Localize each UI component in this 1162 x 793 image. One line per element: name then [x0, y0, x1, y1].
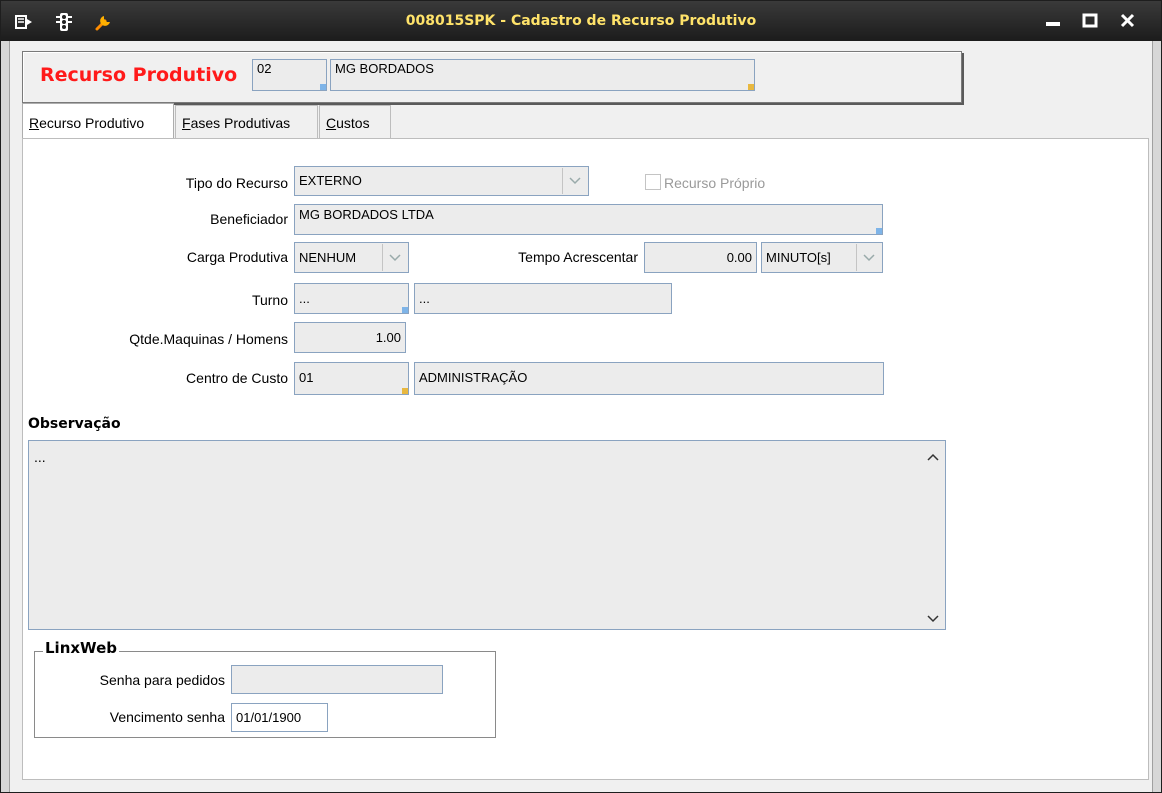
window-title: 008015SPK - Cadastro de Recurso Produtiv… — [405, 13, 757, 29]
carga-produtiva-value: NENHUM — [299, 250, 357, 265]
header-label: Recurso Produtivo — [40, 64, 238, 86]
turno-desc-field[interactable]: ... — [414, 283, 672, 314]
tempo-acrescentar-field[interactable]: 0.00 — [644, 242, 757, 273]
tab-custos[interactable]: Custos — [319, 105, 391, 139]
tempo-acrescentar-value: 0.00 — [726, 250, 752, 265]
scroll-arrows-icon[interactable] — [921, 441, 945, 629]
qtde-value: 1.00 — [375, 330, 401, 345]
tempo-unit-select[interactable]: MINUTO[s] — [761, 242, 883, 273]
vencimento-field[interactable]: 01/01/1900 — [231, 703, 328, 732]
beneficiador-label: Beneficiador — [210, 211, 288, 227]
maximize-icon[interactable] — [1078, 11, 1102, 31]
tab-label: Custos — [326, 115, 370, 131]
tipo-recurso-select[interactable]: EXTERNO — [294, 166, 589, 196]
senha-field[interactable] — [231, 665, 443, 694]
observacao-title: Observação — [28, 416, 121, 432]
tab-recurso-produtivo[interactable]: Recurso Produtivo — [22, 103, 174, 138]
senha-label: Senha para pedidos — [99, 672, 225, 688]
app-window: 008015SPK - Cadastro de Recurso Produtiv… — [0, 0, 1162, 793]
tab-label: Fases Produtivas — [182, 115, 291, 131]
turno-desc-value: ... — [419, 291, 430, 306]
tipo-recurso-value: EXTERNO — [299, 173, 362, 188]
linxweb-title: LinxWeb — [43, 639, 119, 657]
observacao-textarea[interactable]: ... — [28, 440, 946, 630]
lookup-icon[interactable] — [876, 228, 883, 235]
resource-code-value: 02 — [257, 61, 272, 76]
lookup-icon[interactable] — [402, 388, 409, 395]
centro-custo-code-field[interactable]: 01 — [294, 362, 409, 395]
tipo-recurso-label: Tipo do Recurso — [185, 175, 288, 191]
qtde-field[interactable]: 1.00 — [294, 322, 406, 353]
carga-produtiva-select[interactable]: NENHUM — [294, 242, 409, 273]
carga-produtiva-label: Carga Produtiva — [186, 249, 288, 265]
tempo-unit-value: MINUTO[s] — [766, 250, 831, 265]
beneficiador-value: MG BORDADOS LTDA — [299, 207, 434, 222]
chevron-down-icon[interactable] — [562, 168, 587, 194]
resource-code-field[interactable]: 02 — [252, 59, 327, 91]
recurso-proprio-label: Recurso Próprio — [664, 175, 766, 191]
scrollbar[interactable] — [921, 441, 945, 629]
centro-custo-label: Centro de Custo — [186, 370, 288, 386]
window-frame-left — [1, 41, 10, 792]
chevron-down-icon[interactable] — [856, 244, 881, 271]
tempo-acrescentar-label: Tempo Acrescentar — [518, 249, 638, 265]
centro-custo-desc-field[interactable]: ADMINISTRAÇÃO — [414, 362, 884, 395]
resource-name-field[interactable]: MG BORDADOS — [330, 59, 755, 91]
title-bar: 008015SPK - Cadastro de Recurso Produtiv… — [1, 1, 1161, 41]
chevron-down-icon[interactable] — [382, 244, 407, 271]
turno-label: Turno — [251, 292, 288, 308]
tab-fases-produtivas[interactable]: Fases Produtivas — [175, 105, 318, 139]
close-icon[interactable] — [1116, 11, 1140, 31]
minimize-icon[interactable] — [1041, 11, 1065, 31]
centro-custo-code-value: 01 — [299, 370, 314, 385]
header-panel: Recurso Produtivo 02 MG BORDADOS — [22, 51, 962, 103]
beneficiador-field[interactable]: MG BORDADOS LTDA — [294, 204, 883, 235]
resource-name-value: MG BORDADOS — [335, 61, 434, 76]
centro-custo-desc-value: ADMINISTRAÇÃO — [419, 370, 528, 385]
vencimento-value: 01/01/1900 — [236, 710, 302, 725]
qtde-label: Qtde.Maquinas / Homens — [129, 331, 288, 347]
lookup-icon[interactable] — [320, 84, 327, 91]
turno-code-field[interactable]: ... — [294, 283, 409, 314]
observacao-value: ... — [34, 449, 46, 465]
lookup-icon[interactable] — [402, 307, 409, 314]
window-frame-right — [1152, 41, 1161, 792]
vencimento-label: Vencimento senha — [109, 709, 225, 725]
recurso-proprio-checkbox[interactable] — [645, 174, 661, 190]
lookup-icon[interactable] — [748, 84, 755, 91]
turno-code-value: ... — [299, 291, 310, 306]
tab-label: Recurso Produtivo — [29, 115, 145, 131]
